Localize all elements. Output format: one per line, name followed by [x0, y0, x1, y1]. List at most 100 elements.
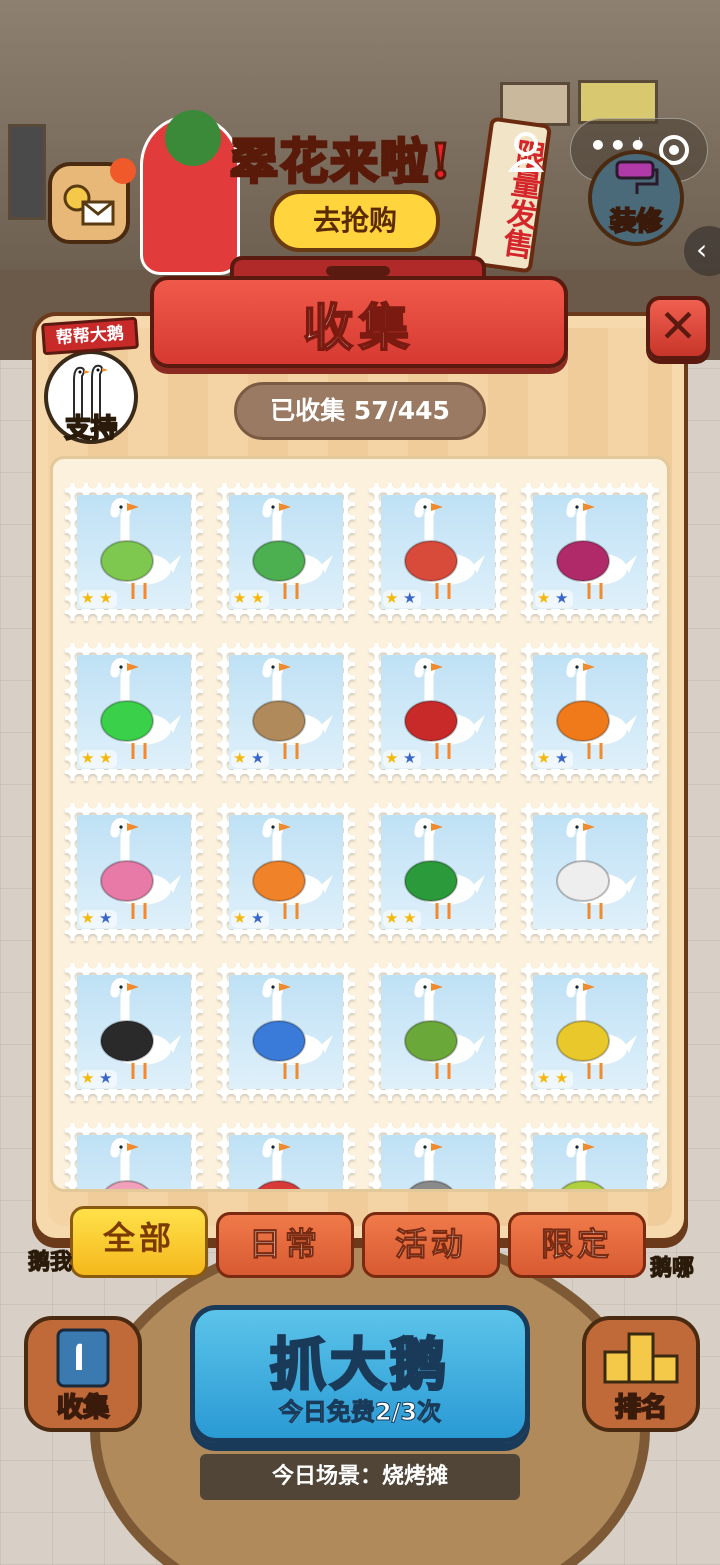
collection-label: 收集: [56, 1392, 110, 1424]
buy-now-button[interactable]: 去抢购: [270, 190, 440, 252]
collection-stamp[interactable]: [217, 1123, 355, 1189]
header-plate: 收集: [150, 276, 568, 368]
stamp-art: [229, 975, 343, 1089]
blue-star-icon: ★: [99, 909, 113, 927]
collection-stamp[interactable]: ★ ★: [217, 643, 355, 781]
gold-star-icon: ★: [251, 589, 265, 607]
star-rating: ★ ★: [383, 910, 421, 928]
blue-star-icon: ★: [555, 589, 569, 607]
support-badge[interactable]: 帮帮大鹅 支持: [41, 316, 140, 448]
user-location-icon[interactable]: [500, 126, 552, 178]
star-rating: ★ ★: [231, 910, 269, 928]
star-rating: ★ ★: [79, 1070, 117, 1088]
collection-stamp[interactable]: ★ ★: [65, 643, 203, 781]
gold-star-icon: ★: [403, 909, 417, 927]
star-rating: ★ ★: [535, 750, 573, 768]
gold-star-icon: ★: [233, 749, 247, 767]
banner-title: 翠花来啦!: [228, 133, 454, 192]
collection-stamp[interactable]: [521, 803, 659, 941]
collection-stamp[interactable]: ★ ★: [369, 483, 507, 621]
stamp-art: [533, 815, 647, 929]
panel-header: 收集: [150, 256, 568, 368]
gold-star-icon: ★: [385, 909, 399, 927]
today-scene: 今日场景：烧烤摊: [200, 1454, 520, 1500]
collection-stamp[interactable]: ★ ★: [521, 643, 659, 781]
red-can-goose-icon: [256, 1138, 302, 1189]
free-tries-text: 今日免费2/3次: [278, 1398, 442, 1427]
catch-title: 抓大鹅: [269, 1332, 450, 1400]
star-rating: ★ ★: [383, 750, 421, 768]
gear-mail-icon: [63, 184, 115, 226]
collection-stamp[interactable]: ★ ★: [217, 483, 355, 621]
ranking-button[interactable]: 排名: [582, 1316, 700, 1432]
star-rating: ★ ★: [79, 590, 117, 608]
zongzi-goose-icon: [404, 978, 485, 1079]
gold-star-icon: ★: [537, 1069, 551, 1087]
collection-button[interactable]: 收集: [24, 1316, 142, 1432]
stone-goose-icon: [408, 1138, 454, 1189]
blue-star-icon: ★: [251, 749, 265, 767]
paint-roller-icon: [615, 160, 659, 194]
blue-box-goose-icon: [252, 978, 333, 1079]
gold-star-icon: ★: [81, 909, 95, 927]
collection-stamp[interactable]: ★ ★: [369, 803, 507, 941]
collection-stamp[interactable]: ★ ★: [521, 483, 659, 621]
tab-3[interactable]: 限定: [508, 1212, 646, 1278]
gold-star-icon: ★: [555, 1069, 569, 1087]
collection-stamp[interactable]: ★ ★: [65, 803, 203, 941]
stamp-art: [533, 1135, 647, 1189]
blue-star-icon: ★: [403, 589, 417, 607]
gold-star-icon: ★: [99, 589, 113, 607]
tab-2[interactable]: 活动: [362, 1212, 500, 1278]
catch-goose-button[interactable]: 抓大鹅 今日免费2/3次: [190, 1305, 530, 1443]
stamp-art: [381, 1135, 495, 1189]
gold-star-icon: ★: [81, 749, 95, 767]
blue-star-icon: ★: [251, 909, 265, 927]
blue-star-icon: ★: [403, 749, 417, 767]
stamp-art: [77, 1135, 191, 1189]
star-rating: ★ ★: [535, 1070, 573, 1088]
gold-star-icon: ★: [233, 909, 247, 927]
goose-mascot-icon: [140, 110, 240, 275]
gold-star-icon: ★: [81, 589, 95, 607]
category-tabs: 全部 日常 活动 限定: [70, 1206, 670, 1280]
star-rating: ★ ★: [535, 590, 573, 608]
collection-stamp[interactable]: ★ ★: [217, 803, 355, 941]
collected-counter: 已收集 57/445: [234, 382, 486, 440]
side-label-right: 鹅哪: [649, 1256, 695, 1282]
stamp-grid-frame[interactable]: ★ ★ ★ ★ ★ ★ ★ ★ ★ ★ ★ ★ ★ ★ ★ ★ ★ ★ ★ ★ ★ ★ ★ ★ ★ ★: [50, 456, 670, 1192]
collection-stamp[interactable]: ★ ★: [65, 963, 203, 1101]
notification-dot: [110, 158, 136, 184]
collection-stamp[interactable]: [65, 1123, 203, 1189]
book-icon: [56, 1328, 110, 1388]
gold-star-icon: ★: [81, 1069, 95, 1087]
decorate-label: 装修: [609, 206, 663, 238]
decorate-button[interactable]: 装修: [588, 150, 684, 246]
gold-star-icon: ★: [385, 749, 399, 767]
tab-1[interactable]: 日常: [216, 1212, 354, 1278]
collection-stamp[interactable]: [217, 963, 355, 1101]
gold-star-icon: ★: [99, 749, 113, 767]
star-rating: ★ ★: [231, 750, 269, 768]
collection-stamp[interactable]: ★ ★: [65, 483, 203, 621]
collection-stamp[interactable]: ★ ★: [369, 643, 507, 781]
gold-star-icon: ★: [537, 589, 551, 607]
star-rating: ★ ★: [383, 590, 421, 608]
collection-stamp[interactable]: [521, 1123, 659, 1189]
pink-cake-goose-icon: [104, 1138, 150, 1189]
collection-stamp[interactable]: ★ ★: [521, 963, 659, 1101]
blue-star-icon: ★: [555, 749, 569, 767]
gold-star-icon: ★: [537, 749, 551, 767]
ranking-label: 排名: [614, 1392, 668, 1424]
tab-0[interactable]: 全部: [70, 1206, 208, 1278]
gold-star-icon: ★: [385, 589, 399, 607]
close-icon[interactable]: ✕: [646, 296, 710, 360]
collection-stamp[interactable]: [369, 963, 507, 1101]
collection-stamp[interactable]: [369, 1123, 507, 1189]
blue-star-icon: ★: [99, 1069, 113, 1087]
star-rating: ★ ★: [79, 750, 117, 768]
support-label: 支持: [64, 413, 118, 445]
stamp-art: [229, 1135, 343, 1189]
star-rating: ★ ★: [231, 590, 269, 608]
gold-star-icon: ★: [233, 589, 247, 607]
